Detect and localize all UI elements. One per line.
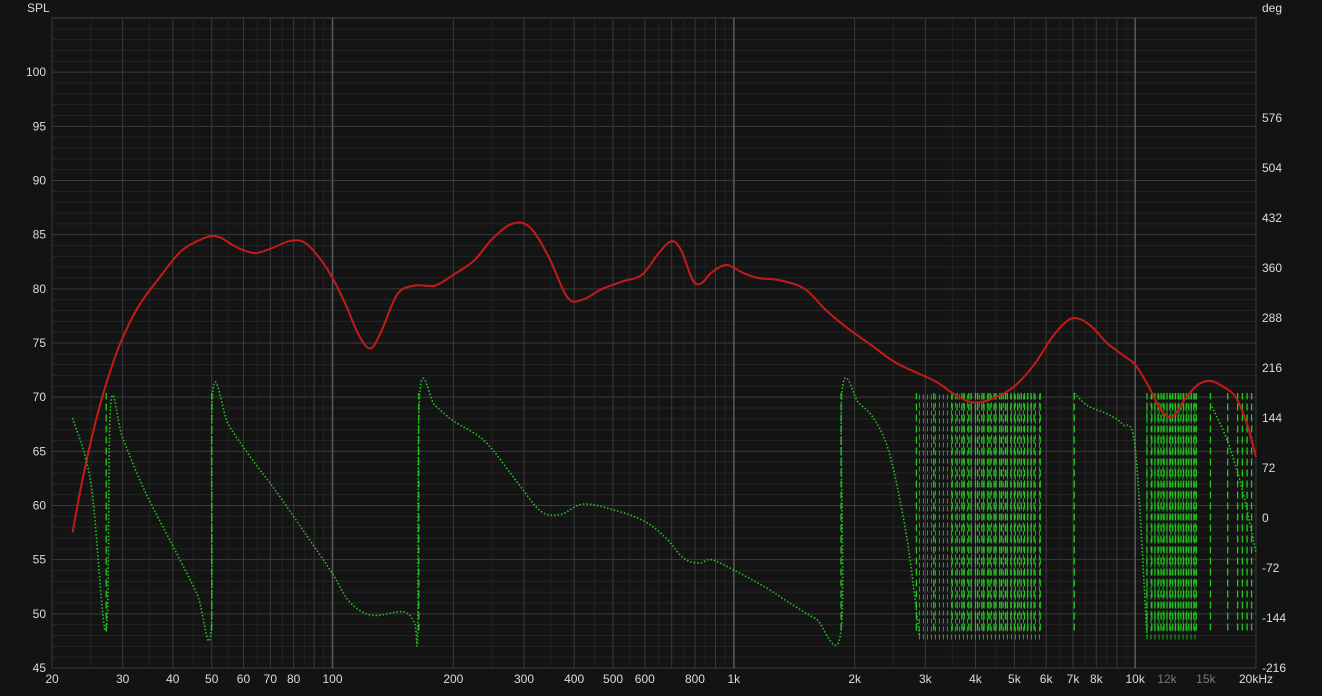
y2-tick-label: 216 xyxy=(1262,361,1282,375)
y-tick-label: 50 xyxy=(33,607,47,621)
y-tick-label: 65 xyxy=(33,444,47,458)
y2-tick-label: 504 xyxy=(1262,161,1282,175)
y2-tick-label: -72 xyxy=(1262,561,1280,575)
grid-layer xyxy=(51,17,1257,669)
frequency-response-chart: SPL deg 45 50 55 60 65 70 75 80 85 90 95 100 -216 -14… xyxy=(0,0,1322,691)
x-tick-label: 12k xyxy=(1157,672,1177,686)
x-tick-label: 1k xyxy=(728,672,742,686)
y-tick-label: 100 xyxy=(26,65,46,79)
y-tick-label: 95 xyxy=(33,119,47,133)
y2-tick-label: 144 xyxy=(1262,411,1282,425)
x-tick-label: 15k xyxy=(1196,672,1216,686)
y2-tick-label: 432 xyxy=(1262,211,1282,225)
x-tick-label: 8k xyxy=(1090,672,1104,686)
x-tick-label: 3k xyxy=(919,672,933,686)
y-tick-label: 80 xyxy=(33,282,47,296)
x-tick-label: 10k xyxy=(1126,672,1146,686)
y-tick-label: 85 xyxy=(33,228,47,242)
x-tick-label: 600 xyxy=(635,672,655,686)
x-tick-label: 30 xyxy=(116,672,130,686)
x-tick-label: 20kHz xyxy=(1239,672,1273,686)
x-tick-label: 60 xyxy=(237,672,251,686)
x-tick-label: 6k xyxy=(1040,672,1054,686)
y-tick-label: 45 xyxy=(33,661,47,675)
y2-tick-label: 288 xyxy=(1262,311,1282,325)
y2-tick-label: 360 xyxy=(1262,261,1282,275)
left-axis-label: SPL xyxy=(27,1,50,15)
x-tick-label: 7k xyxy=(1067,672,1081,686)
chart-svg: SPL deg 4550556065707580859095100-216-14… xyxy=(26,1,1286,686)
y2-tick-label: 72 xyxy=(1262,461,1276,475)
x-tick-label: 100 xyxy=(323,672,343,686)
y-tick-label: 75 xyxy=(33,336,47,350)
y2-tick-label: 576 xyxy=(1262,111,1282,125)
y2-tick-label: 0 xyxy=(1262,511,1269,525)
y2-tick-label: -144 xyxy=(1262,611,1286,625)
x-tick-label: 800 xyxy=(685,672,705,686)
x-tick-label: 500 xyxy=(603,672,623,686)
y-tick-label: 60 xyxy=(33,499,47,513)
x-tick-label: 40 xyxy=(166,672,180,686)
x-tick-label: 2k xyxy=(848,672,862,686)
x-tick-label: 300 xyxy=(514,672,534,686)
right-axis-label: deg xyxy=(1262,1,1282,15)
x-tick-label: 80 xyxy=(287,672,301,686)
x-tick-label: 200 xyxy=(443,672,463,686)
x-tick-label: 400 xyxy=(564,672,584,686)
y-tick-label: 90 xyxy=(33,174,47,188)
x-tick-label: 20 xyxy=(45,672,59,686)
x-tick-label: 50 xyxy=(205,672,219,686)
x-tick-label: 5k xyxy=(1008,672,1022,686)
y-tick-label: 55 xyxy=(33,553,47,567)
x-tick-label: 70 xyxy=(264,672,278,686)
x-tick-label: 4k xyxy=(969,672,983,686)
y-tick-label: 70 xyxy=(33,390,47,404)
